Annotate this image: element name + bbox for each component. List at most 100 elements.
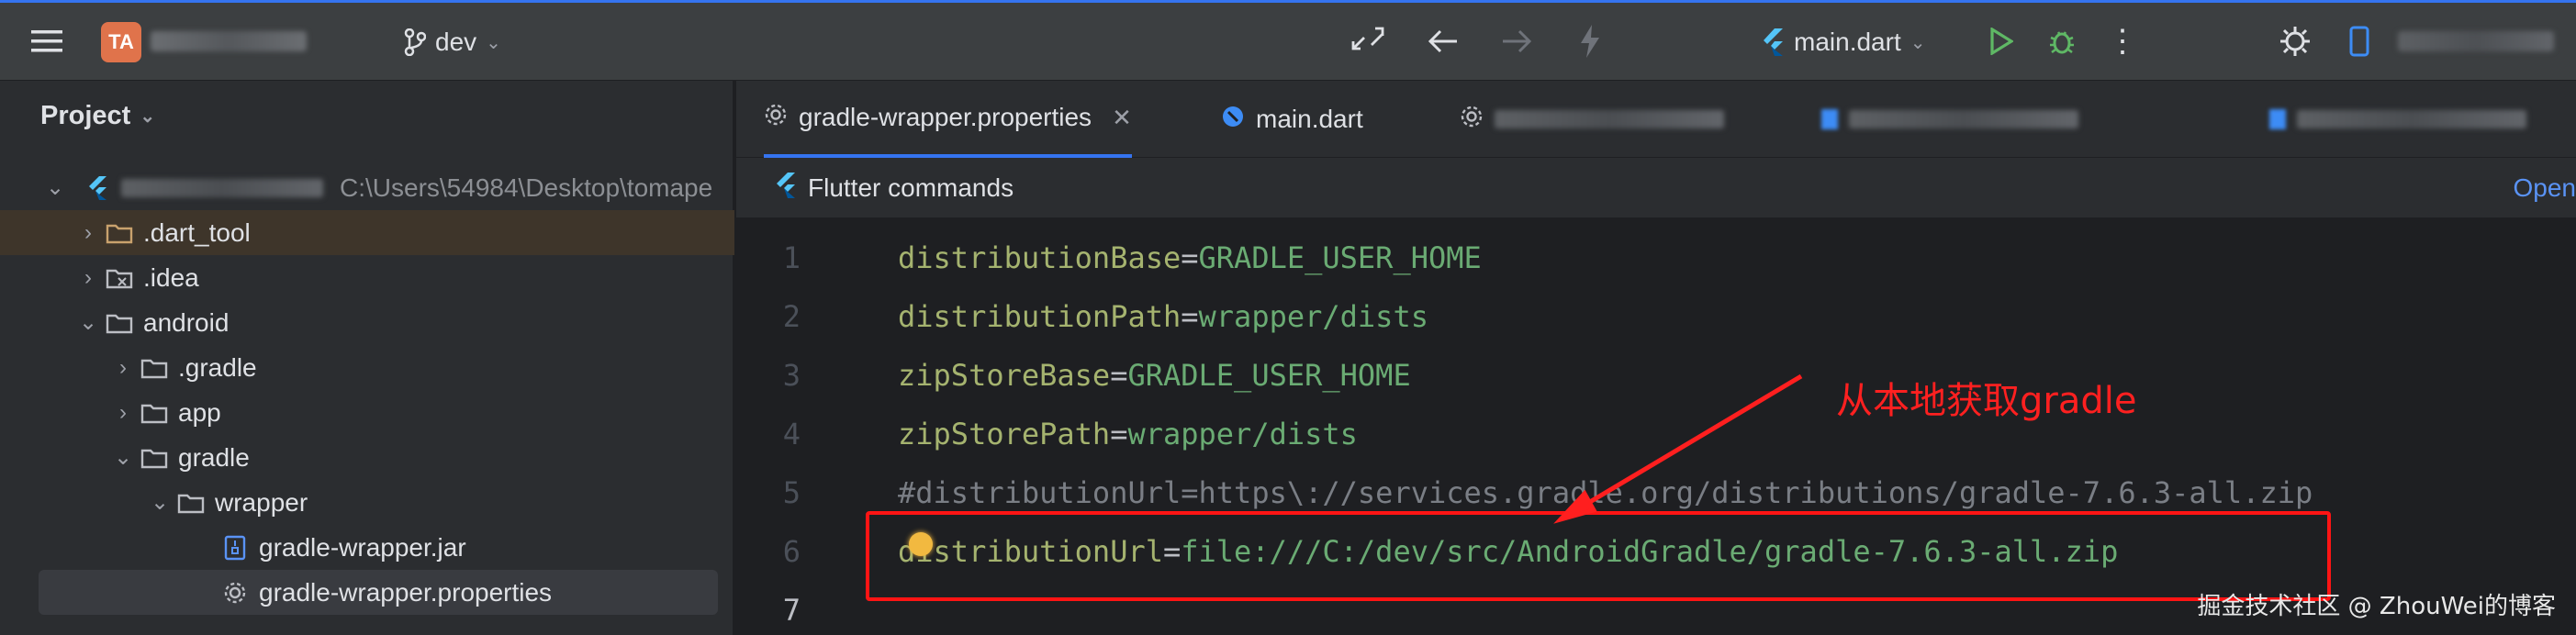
- tree-item-label: wrapper: [215, 487, 308, 517]
- tree-item-dot-gradle[interactable]: › .gradle: [0, 345, 734, 390]
- device-name-redacted[interactable]: [2398, 31, 2554, 51]
- tab-label: main.dart: [1256, 105, 1363, 133]
- panel-title: Project: [40, 101, 131, 130]
- tab-redacted-1[interactable]: [1460, 81, 1724, 158]
- tree-item-app[interactable]: › app: [0, 390, 734, 435]
- editor-tab-bar: gradle-wrapper.properties ✕ main.dart: [736, 81, 2576, 158]
- git-branch-icon: [404, 28, 426, 56]
- vcs-branch-widget[interactable]: dev ⌄: [404, 22, 501, 62]
- forward-arrow-icon[interactable]: [1489, 18, 1544, 64]
- line-number: 5: [782, 475, 801, 510]
- dart-file-icon: [1221, 105, 1245, 135]
- device-selector-icon[interactable]: [2332, 18, 2387, 64]
- chevron-right-icon[interactable]: ›: [75, 220, 101, 246]
- tree-item-label: gradle: [178, 442, 250, 472]
- equals-sign: =: [1181, 240, 1199, 275]
- chevron-right-icon[interactable]: ›: [110, 400, 136, 426]
- property-value: file:///C:/dev/src/AndroidGradle/gradle-…: [1181, 534, 2119, 569]
- line-number: 4: [782, 417, 801, 451]
- run-configuration-selector[interactable]: main.dart ⌄: [1761, 20, 1925, 64]
- equals-sign: =: [1110, 358, 1128, 393]
- project-view-selector[interactable]: Project ⌄: [40, 101, 155, 131]
- line-number: 6: [782, 534, 801, 569]
- excluded-folder-icon: [101, 267, 138, 289]
- chevron-right-icon[interactable]: ›: [75, 265, 101, 291]
- intention-bulb-icon[interactable]: [909, 532, 933, 556]
- vcs-update-icon[interactable]: [1340, 18, 1395, 64]
- folder-icon: [101, 222, 138, 244]
- tree-item-label: .idea: [143, 262, 199, 292]
- run-config-name: main.dart: [1794, 28, 1901, 56]
- tree-root[interactable]: ⌄ C:\Users\54984\Desktop\tomape: [0, 165, 734, 210]
- settings-file-icon: [217, 580, 253, 606]
- hot-reload-lightning-icon[interactable]: [1562, 18, 1618, 64]
- tree-item-android[interactable]: ⌄ android: [0, 300, 734, 345]
- chevron-down-icon[interactable]: ⌄: [147, 489, 173, 516]
- property-value: wrapper/dists: [1198, 299, 1428, 334]
- navigation-toolbar: [1340, 18, 1618, 64]
- code-editor[interactable]: 1 distributionBase=GRADLE_USER_HOME 2 di…: [736, 218, 2576, 635]
- tree-item-gradle-wrapper-properties[interactable]: gradle-wrapper.properties: [39, 570, 718, 615]
- flutter-icon: [1764, 28, 1783, 56]
- branch-name: dev: [435, 28, 477, 56]
- chevron-down-icon[interactable]: ⌄: [75, 309, 101, 336]
- main-menu-button[interactable]: [26, 20, 68, 62]
- property-value: GRADLE_USER_HOME: [1127, 358, 1411, 393]
- chevron-down-icon[interactable]: ⌄: [110, 444, 136, 471]
- tab-main-dart[interactable]: main.dart: [1221, 81, 1363, 158]
- code-line[interactable]: distributionUrl=file:///C:/dev/src/Andro…: [898, 534, 2118, 569]
- chevron-right-icon[interactable]: ›: [110, 355, 136, 381]
- run-actions: ⋮: [1974, 18, 2150, 64]
- folder-icon: [101, 312, 138, 334]
- project-name-redacted[interactable]: [151, 31, 307, 51]
- code-line-comment[interactable]: #distributionUrl=https\://services.gradl…: [898, 475, 2313, 510]
- tab-redacted-2[interactable]: [1821, 81, 2078, 158]
- chevron-down-icon: ⌄: [1910, 32, 1926, 53]
- property-value: GRADLE_USER_HOME: [1198, 240, 1482, 275]
- tree-item-wrapper[interactable]: ⌄ wrapper: [0, 480, 734, 525]
- gear-icon: [1460, 105, 1484, 135]
- code-line[interactable]: distributionPath=wrapper/dists: [898, 299, 1428, 334]
- tree-item-label: .dart_tool: [143, 217, 251, 247]
- folder-icon: [173, 492, 209, 514]
- folder-icon: [136, 402, 173, 424]
- line-number: 3: [782, 358, 801, 393]
- property-key: distributionUrl: [898, 534, 1163, 569]
- notice-label: Flutter commands: [808, 173, 1014, 202]
- right-toolbar: [2268, 18, 2554, 64]
- flutter-commands-bar: Flutter commands Open: [736, 158, 2576, 218]
- tab-label-redacted: [2297, 110, 2526, 128]
- property-value: wrapper/dists: [1127, 417, 1358, 451]
- open-link[interactable]: Open: [2514, 173, 2576, 203]
- tab-redacted-3[interactable]: [2269, 81, 2526, 158]
- tab-label-redacted: [1495, 110, 1724, 128]
- code-line[interactable]: zipStorePath=wrapper/dists: [898, 417, 1358, 451]
- dart-file-icon: [1821, 109, 1838, 129]
- property-key: zipStorePath: [898, 417, 1111, 451]
- more-actions-icon[interactable]: ⋮: [2095, 18, 2150, 64]
- code-line[interactable]: distributionBase=GRADLE_USER_HOME: [898, 240, 1482, 275]
- tree-item-gradle-wrapper-jar[interactable]: gradle-wrapper.jar: [0, 525, 734, 570]
- code-line[interactable]: zipStoreBase=GRADLE_USER_HOME: [898, 358, 1411, 393]
- flutter-icon: [775, 173, 797, 203]
- tab-label-redacted: [1849, 110, 2078, 128]
- run-play-icon[interactable]: [1974, 18, 2029, 64]
- folder-icon: [136, 447, 173, 469]
- project-badge[interactable]: TA: [101, 22, 141, 62]
- close-icon[interactable]: ✕: [1112, 104, 1132, 132]
- tab-gradle-wrapper-properties[interactable]: gradle-wrapper.properties ✕: [764, 81, 1132, 158]
- annotation-text: 从本地获取gradle: [1836, 380, 2137, 422]
- chevron-down-icon: ⌄: [140, 106, 156, 127]
- chevron-down-icon: ⌄: [486, 32, 501, 53]
- line-number: 7: [782, 593, 801, 628]
- title-bar: TA dev ⌄ main.dart ⌄ ⋮: [0, 0, 2576, 81]
- tree-item-dart-tool[interactable]: › .dart_tool: [0, 210, 734, 255]
- tree-item-idea[interactable]: › .idea: [0, 255, 734, 300]
- back-arrow-icon[interactable]: [1416, 18, 1471, 64]
- debug-bug-icon[interactable]: [2034, 18, 2089, 64]
- tab-label: gradle-wrapper.properties: [799, 103, 1092, 131]
- chevron-down-icon[interactable]: ⌄: [42, 174, 68, 201]
- tree-item-gradle[interactable]: ⌄ gradle: [0, 435, 734, 480]
- flutter-devtools-icon[interactable]: [2268, 18, 2323, 64]
- tree-item-label: .gradle: [178, 352, 257, 382]
